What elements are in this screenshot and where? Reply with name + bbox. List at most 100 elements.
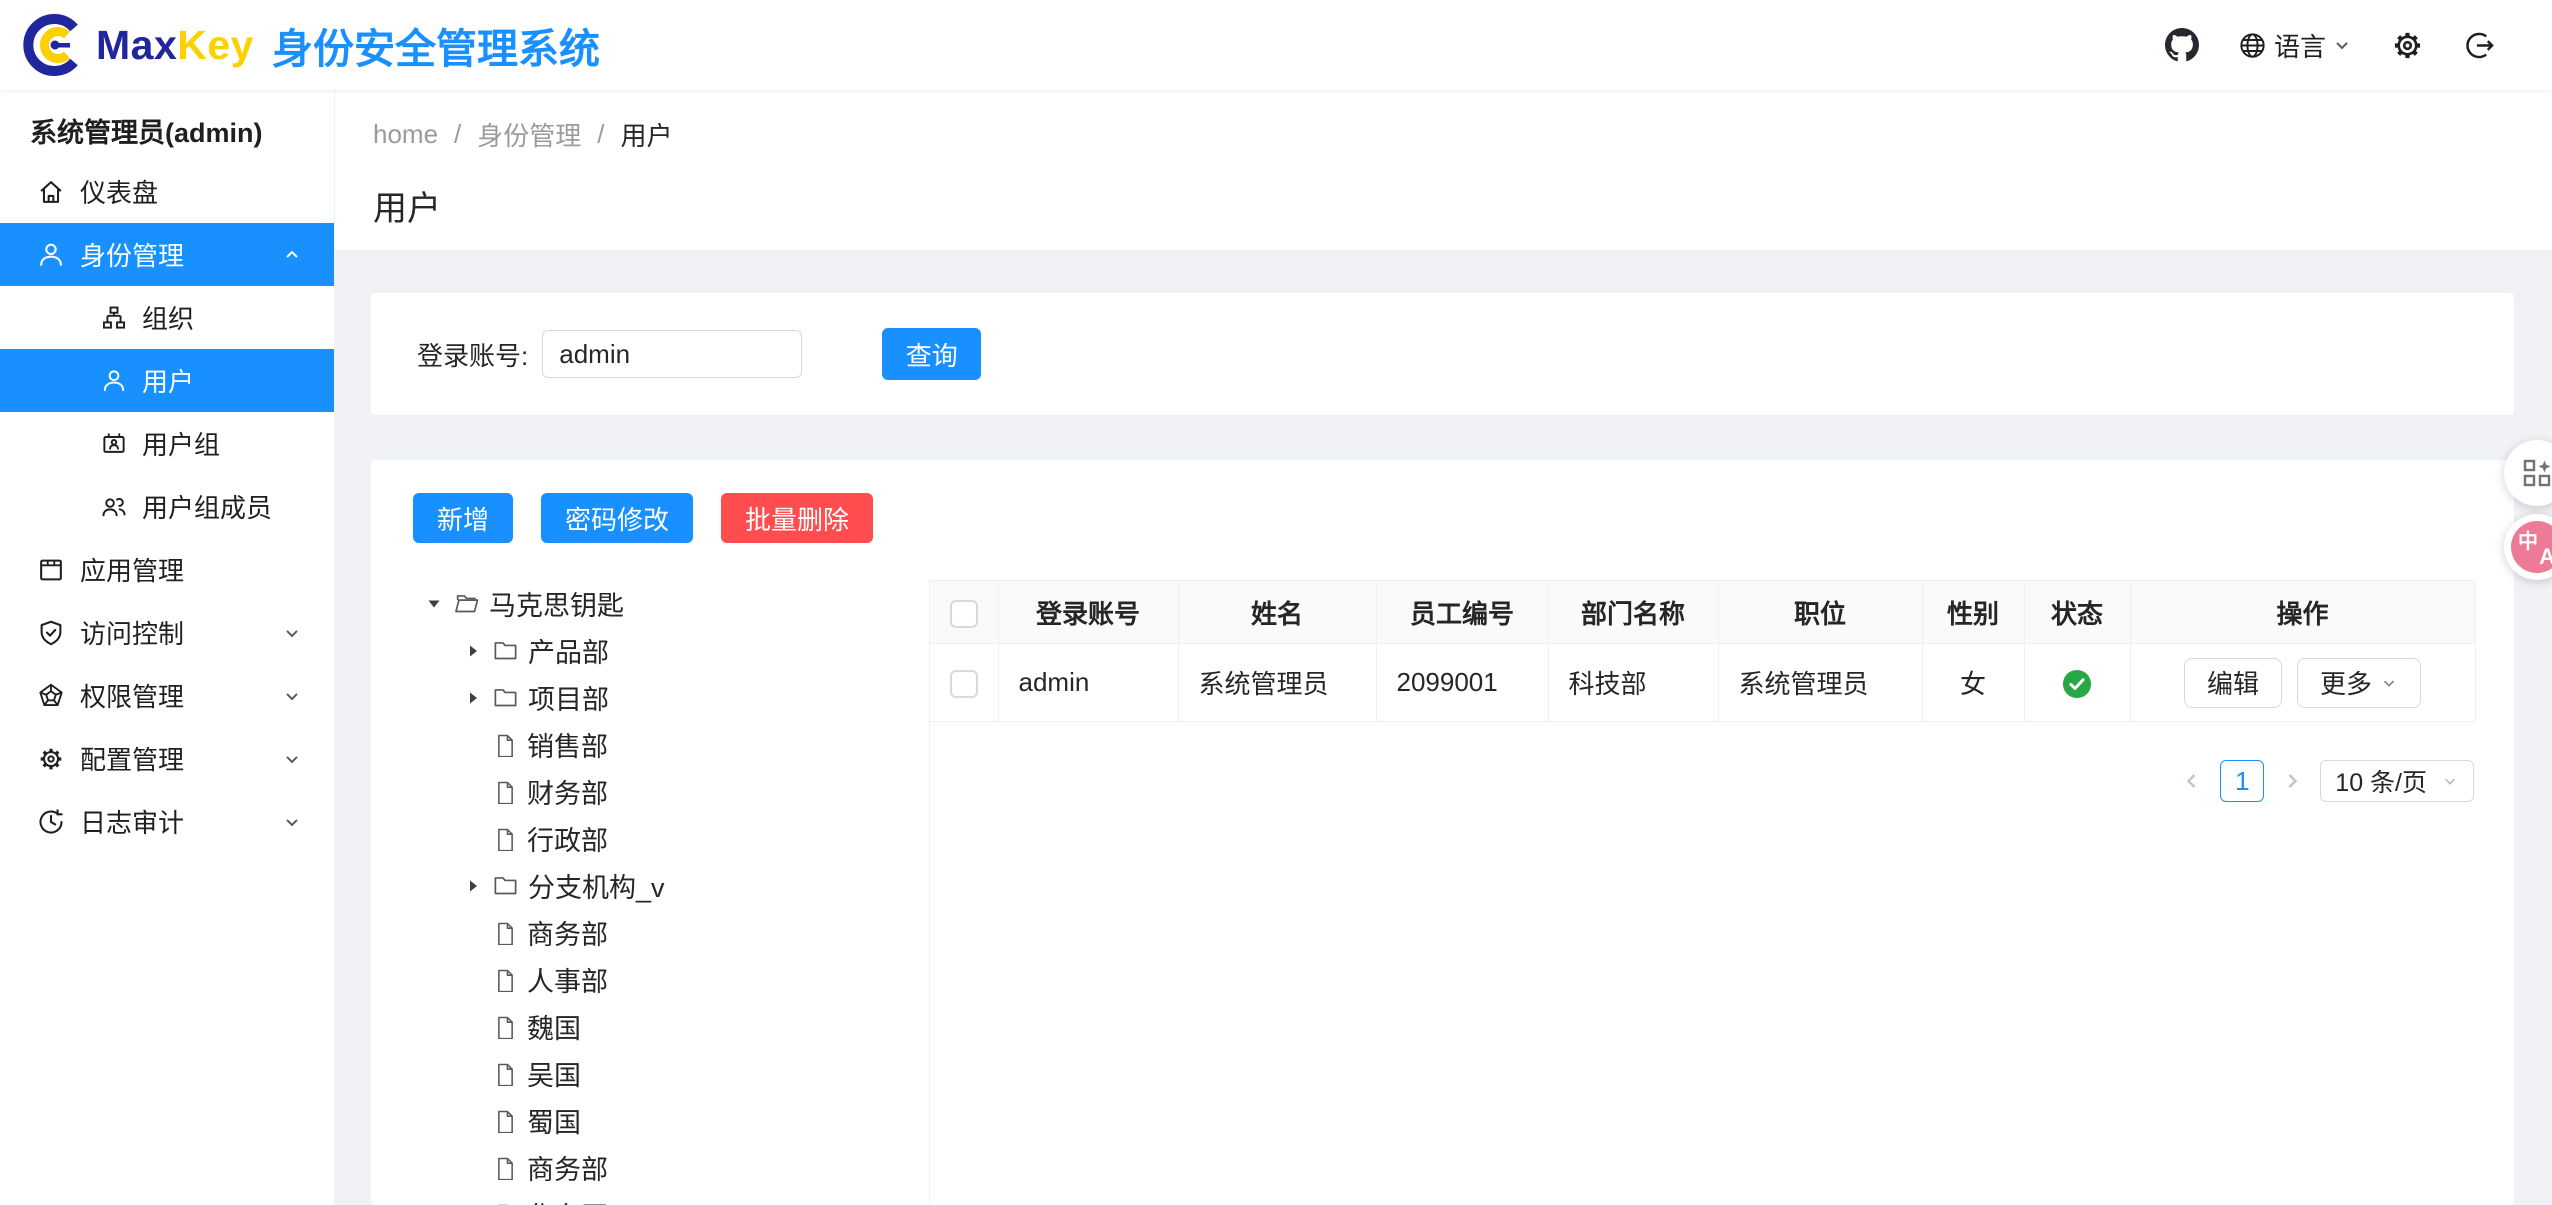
col-position: 职位 [1718, 581, 1922, 644]
tree-node[interactable]: 魏国 [371, 1003, 929, 1050]
sidebar-item-label: 用户组 [142, 425, 220, 462]
pentagon-icon [36, 681, 66, 711]
sidebar-item-dashboard[interactable]: 仪表盘 [0, 160, 334, 223]
tree-node[interactable]: 蜀国 [371, 1097, 929, 1144]
col-login: 登录账号 [998, 581, 1178, 644]
cell-employee-id: 2099001 [1376, 644, 1548, 722]
edit-button[interactable]: 编辑 [2184, 658, 2282, 708]
github-icon[interactable] [2165, 28, 2199, 62]
tree-node[interactable]: 人事部 [371, 956, 929, 1003]
sidebar-item-applications[interactable]: 应用管理 [0, 538, 334, 601]
file-icon [493, 1014, 518, 1039]
sidebar-item-label: 组织 [142, 299, 194, 336]
sidebar-item-permissions[interactable]: 权限管理 [0, 664, 334, 727]
tree-node[interactable]: 项目部 [371, 674, 929, 721]
file-icon [493, 920, 518, 945]
tree-node-label: 人事部 [527, 960, 608, 999]
users-table-panel: 登录账号 姓名 员工编号 部门名称 职位 性别 状态 操作 [929, 580, 2514, 1205]
query-button[interactable]: 查询 [882, 328, 981, 380]
tree-node-label: 销售部 [527, 725, 608, 764]
page-size-select[interactable]: 10 条/页 [2320, 760, 2474, 802]
sidebar-item-group-members[interactable]: 用户组成员 [0, 475, 334, 538]
page-title: 用户 [373, 181, 2514, 230]
org-tree: 马克思钥匙 产 [371, 580, 929, 1205]
tree-node[interactable]: 商务部 [371, 1144, 929, 1191]
sidebar-item-audit-log[interactable]: 日志审计 [0, 790, 334, 853]
login-account-input[interactable] [542, 330, 802, 378]
tree-node[interactable]: 销售部 [371, 721, 929, 768]
caret-right-icon[interactable] [463, 690, 483, 706]
idcard-icon [100, 430, 128, 458]
tree-node[interactable]: 华东区 [371, 1191, 929, 1205]
sidebar-item-users[interactable]: 用户 [0, 349, 334, 412]
tree-node-label: 吴国 [527, 1054, 581, 1093]
caret-right-icon[interactable] [463, 643, 483, 659]
toolbar: 新增 密码修改 批量删除 [371, 493, 2514, 543]
globe-icon [2237, 30, 2268, 61]
breadcrumb-current: 用户 [621, 116, 673, 153]
col-gender: 性别 [1922, 581, 2024, 644]
top-header: MaxKey 身份安全管理系统 语言 [0, 0, 2552, 90]
sidebar-item-configuration[interactable]: 配置管理 [0, 727, 334, 790]
prev-page-icon[interactable] [2180, 769, 2204, 793]
row-checkbox[interactable] [950, 670, 978, 698]
team-icon [100, 493, 128, 521]
cell-login: admin [998, 644, 1178, 722]
tree-node-label: 华东区 [527, 1195, 608, 1205]
sidebar-item-label: 用户 [142, 362, 194, 399]
select-all-checkbox[interactable] [950, 600, 978, 628]
tree-node[interactable]: 行政部 [371, 815, 929, 862]
chevron-up-icon [282, 245, 302, 265]
logout-icon[interactable] [2463, 29, 2496, 62]
tree-node[interactable]: 财务部 [371, 768, 929, 815]
breadcrumb-identity[interactable]: 身份管理 [477, 116, 581, 153]
next-page-icon[interactable] [2280, 769, 2304, 793]
tree-node[interactable]: 分支机构_v [371, 862, 929, 909]
product-title: 身份安全管理系统 [272, 15, 600, 75]
sidebar-item-label: 应用管理 [80, 551, 184, 588]
caret-down-icon[interactable] [424, 596, 444, 612]
file-icon [493, 779, 518, 804]
brand: MaxKey 身份安全管理系统 [22, 13, 600, 77]
tree-node[interactable]: 吴国 [371, 1050, 929, 1097]
sidebar-item-user-groups[interactable]: 用户组 [0, 412, 334, 475]
org-icon [100, 304, 128, 332]
sidebar-item-organization[interactable]: 组织 [0, 286, 334, 349]
user-icon [100, 367, 128, 395]
change-password-button[interactable]: 密码修改 [541, 493, 693, 543]
table-header-row: 登录账号 姓名 员工编号 部门名称 职位 性别 状态 操作 [930, 581, 2475, 644]
cell-gender: 女 [1922, 644, 2024, 722]
file-icon [493, 732, 518, 757]
sidebar-item-access-control[interactable]: 访问控制 [0, 601, 334, 664]
tree-node-label: 产品部 [528, 631, 609, 670]
status-enabled-icon [2062, 669, 2092, 699]
users-table: 登录账号 姓名 员工编号 部门名称 职位 性别 状态 操作 [930, 580, 2476, 722]
row-actions: 编辑 更多 [2131, 658, 2475, 708]
tree-node[interactable]: 产品部 [371, 627, 929, 674]
tree-node[interactable]: 商务部 [371, 909, 929, 956]
user-icon [36, 240, 66, 270]
sidebar-item-identity[interactable]: 身份管理 [0, 223, 334, 286]
batch-delete-button[interactable]: 批量删除 [721, 493, 873, 543]
settings-gear-icon[interactable] [2390, 28, 2425, 63]
tree-node-label: 商务部 [527, 1148, 608, 1187]
sidebar-item-label: 权限管理 [80, 677, 184, 714]
add-user-button[interactable]: 新增 [413, 493, 513, 543]
appstore-icon [36, 555, 66, 585]
tree-node-label: 项目部 [528, 678, 609, 717]
page-size-value: 10 条/页 [2335, 763, 2427, 799]
breadcrumb: home / 身份管理 / 用户 [373, 116, 2514, 153]
search-panel: 登录账号: 查询 [371, 293, 2514, 415]
chevron-down-icon [282, 623, 302, 643]
chevron-down-icon [2332, 35, 2352, 55]
page-number-current[interactable]: 1 [2220, 760, 2264, 802]
more-button[interactable]: 更多 [2297, 658, 2421, 708]
breadcrumb-home[interactable]: home [373, 119, 438, 150]
tree-node-root[interactable]: 马克思钥匙 [371, 580, 929, 627]
language-switcher[interactable]: 语言 [2237, 27, 2352, 64]
tree-node-label: 财务部 [527, 772, 608, 811]
file-icon [493, 967, 518, 992]
caret-right-icon[interactable] [463, 878, 483, 894]
home-icon [36, 177, 66, 207]
cell-position: 系统管理员 [1718, 644, 1922, 722]
